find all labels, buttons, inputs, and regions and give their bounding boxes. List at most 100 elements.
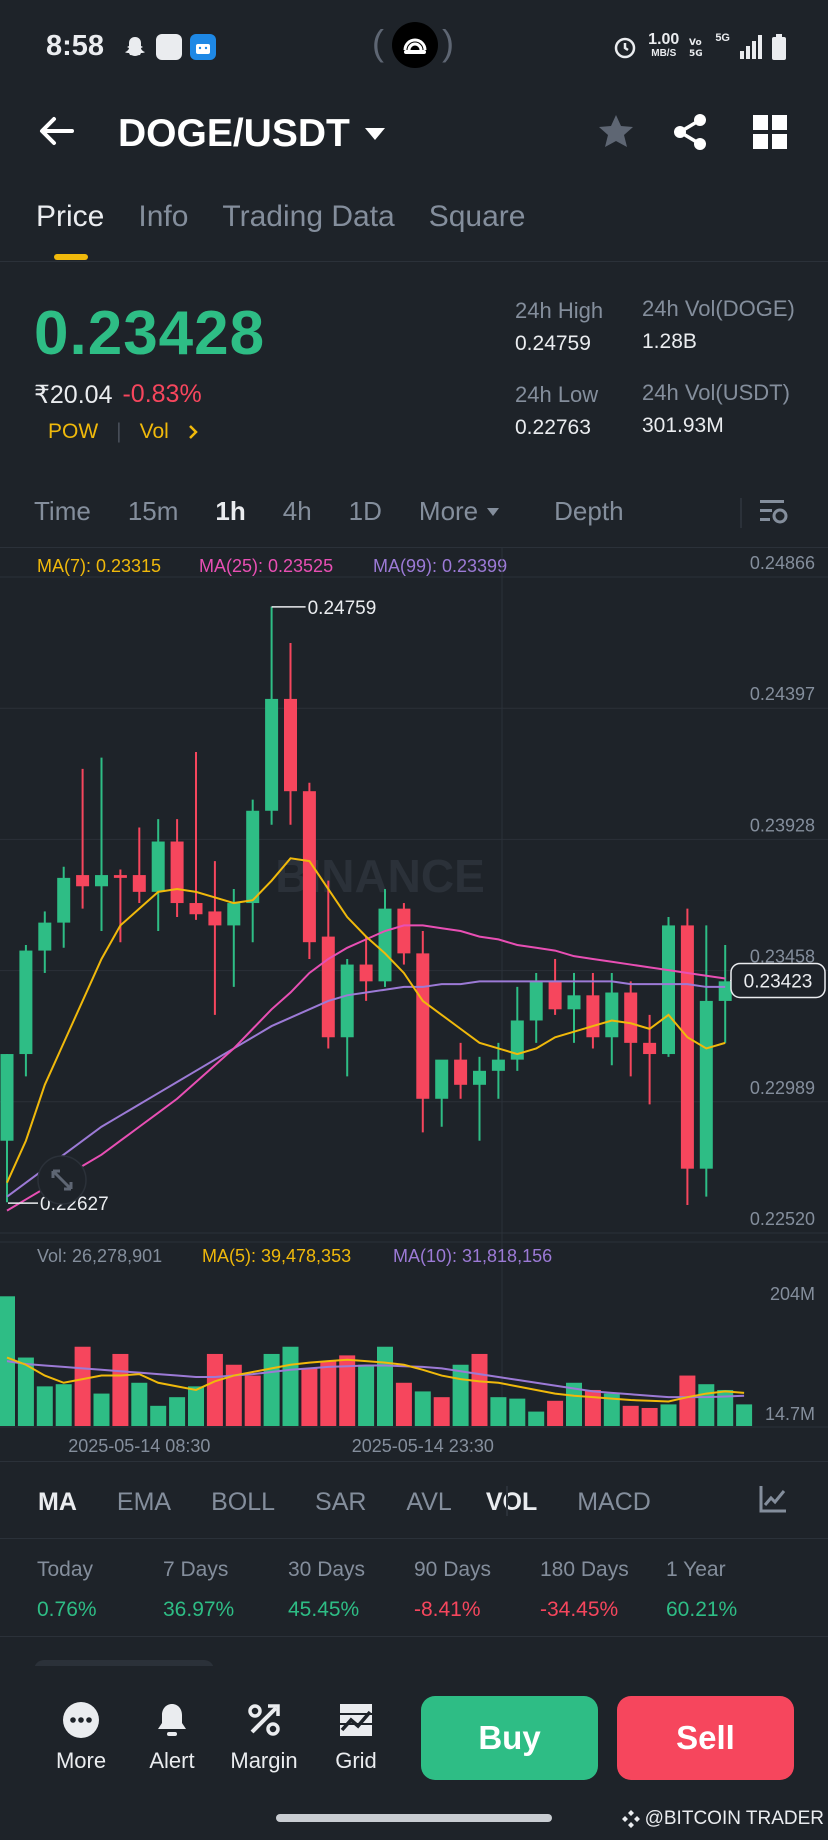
high-marker-label: 0.24759	[308, 598, 377, 619]
svg-text:5G: 5G	[689, 49, 703, 59]
candle-body	[227, 903, 241, 926]
tab-square[interactable]: Square	[429, 200, 526, 234]
perf-value: 0.76%	[37, 1598, 97, 1621]
price-subline: ₹20.04 -0.83%	[34, 380, 202, 410]
buy-button[interactable]: Buy	[421, 1696, 598, 1780]
status-time: 8:58	[46, 30, 105, 62]
layout-button[interactable]	[752, 114, 788, 150]
back-button[interactable]	[34, 108, 80, 154]
interval-1d[interactable]: 1D	[349, 496, 382, 527]
low-value: 0.22763	[515, 416, 591, 439]
interval-separator	[740, 498, 742, 528]
perf-90-days: 90 Days -8.41%	[414, 1558, 491, 1622]
candle-body	[284, 698, 297, 792]
expand-chart-button[interactable]	[37, 1155, 87, 1205]
high-value: 0.24759	[515, 332, 591, 355]
current-price-label: 0.23423	[744, 971, 813, 992]
share-button[interactable]	[670, 112, 710, 152]
perf-divider	[0, 1636, 828, 1637]
sell-button[interactable]: Sell	[617, 1696, 794, 1780]
indicator-settings-button[interactable]	[758, 1484, 788, 1514]
interval-4h[interactable]: 4h	[283, 496, 312, 527]
candle-body	[378, 908, 392, 982]
vol-tag[interactable]: Vol	[140, 420, 169, 444]
inr-price: ₹20.04	[34, 381, 113, 409]
perf-7-days: 7 Days 36.97%	[163, 1558, 234, 1622]
alert-button[interactable]: Alert	[127, 1700, 217, 1774]
candle-body	[473, 1070, 486, 1085]
candle-body	[567, 995, 581, 1010]
more-label: More	[55, 1748, 107, 1773]
volume-bar	[584, 1389, 601, 1426]
share-icon	[674, 114, 706, 150]
candle-body	[643, 1042, 657, 1055]
chart-bottom-divider	[0, 1461, 828, 1462]
indicator-boll[interactable]: BOLL	[211, 1488, 275, 1517]
candle-body	[624, 992, 638, 1043]
volume-bar	[433, 1397, 450, 1426]
candle-body	[0, 1054, 14, 1141]
indicator-ma[interactable]: MA	[38, 1488, 77, 1517]
favorite-button[interactable]	[596, 112, 636, 152]
caret-down-icon	[364, 128, 385, 140]
interval-15m[interactable]: 15m	[128, 496, 179, 527]
credit-text: @BITCOIN TRADER	[644, 1808, 824, 1829]
tag-row: POW | Vol	[48, 420, 199, 444]
pow-tag[interactable]: POW	[48, 420, 98, 444]
candle-body	[548, 981, 562, 1010]
grid-trading-button[interactable]: Grid	[311, 1700, 401, 1774]
android-notification-icon	[190, 34, 216, 60]
volume-bar	[244, 1375, 261, 1426]
tab-trading-data[interactable]: Trading Data	[222, 200, 394, 234]
candle-body	[321, 936, 335, 1038]
high-label: 24h High	[515, 298, 604, 323]
home-indicator[interactable]	[276, 1814, 552, 1822]
volte-icon: Vo5G	[689, 38, 703, 59]
volume-bar	[679, 1375, 696, 1426]
candle-body	[680, 925, 694, 1169]
interval-more[interactable]: More	[419, 496, 500, 527]
tab-price[interactable]: Price	[36, 200, 104, 234]
indicator-vol[interactable]: VOL	[486, 1488, 537, 1517]
volume-bar	[395, 1382, 412, 1426]
indicator-sar[interactable]: SAR	[315, 1488, 366, 1517]
percent-icon	[248, 1704, 280, 1736]
volume-bars: 204M 14.7M	[0, 1284, 815, 1426]
volume-bar	[263, 1353, 280, 1426]
alert-label: Alert	[149, 1748, 195, 1773]
candle-body	[662, 925, 675, 1055]
perf-label: 1 Year	[666, 1558, 726, 1581]
more-button[interactable]: More	[36, 1700, 126, 1774]
chevron-right-icon[interactable]	[187, 424, 199, 440]
candle-body	[435, 1059, 449, 1099]
perf-label: Today	[37, 1558, 94, 1581]
margin-label: Margin	[230, 1748, 298, 1773]
interval-more-label: More	[418, 496, 479, 526]
interval-time[interactable]: Time	[34, 496, 91, 527]
indicator-macd[interactable]: MACD	[577, 1488, 651, 1517]
indicator-avl[interactable]: AVL	[406, 1488, 451, 1517]
price-chart[interactable]: BINANCE 0.248660.243970.239280.234580.22…	[0, 548, 828, 1478]
candle-body	[359, 964, 373, 982]
pair-selector[interactable]: DOGE/USDT	[118, 112, 386, 156]
candles	[0, 606, 732, 1206]
margin-button[interactable]: Margin	[219, 1700, 309, 1774]
bell-icon	[158, 1704, 186, 1736]
perf-today: Today 0.76%	[37, 1558, 97, 1622]
candle-body	[208, 911, 222, 926]
chart-settings-button[interactable]	[758, 496, 788, 526]
interval-depth[interactable]: Depth	[554, 496, 623, 527]
interval-1h[interactable]: 1h	[215, 496, 245, 527]
volume-tick-label: 204M	[770, 1284, 815, 1304]
active-tab-indicator	[54, 254, 88, 260]
perf-value: 45.45%	[288, 1598, 360, 1621]
x-axis-labels: 2025-05-14 08:30 2025-05-14 23:30	[68, 1436, 494, 1456]
settings-icon	[760, 500, 788, 524]
perf-180-days: 180 Days -34.45%	[540, 1558, 629, 1622]
volume-bar	[641, 1407, 658, 1426]
candle-body	[605, 992, 619, 1038]
indicator-tabs: MA EMA BOLL SAR AVL VOL MACD	[38, 1488, 691, 1517]
tab-info[interactable]: Info	[138, 200, 188, 234]
indicator-ema[interactable]: EMA	[117, 1488, 171, 1517]
volume-bar	[736, 1404, 753, 1426]
